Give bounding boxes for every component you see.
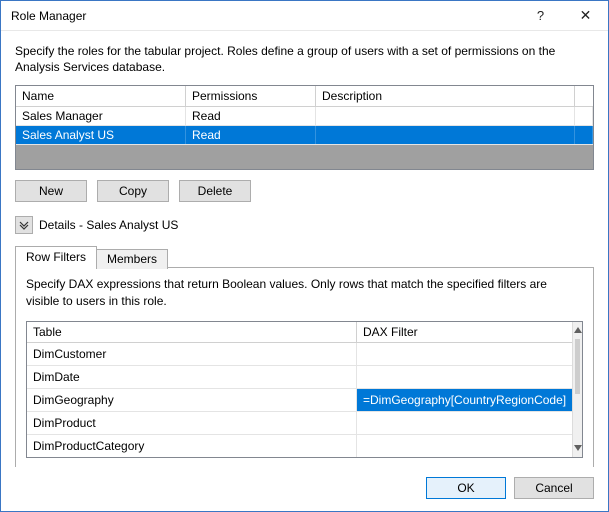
filters-header-row: Table DAX Filter bbox=[27, 322, 572, 343]
delete-button[interactable]: Delete bbox=[179, 180, 251, 202]
roles-header-row: Name Permissions Description bbox=[16, 86, 593, 107]
role-name-cell: Sales Analyst US bbox=[16, 126, 186, 144]
cancel-button[interactable]: Cancel bbox=[514, 477, 594, 499]
roles-header-permissions[interactable]: Permissions bbox=[186, 86, 316, 107]
dialog-description: Specify the roles for the tabular projec… bbox=[15, 43, 594, 75]
filter-table-cell: DimCustomer bbox=[27, 343, 357, 365]
tabs: Row Filters Members bbox=[15, 246, 594, 268]
details-label: Details - Sales Analyst US bbox=[39, 218, 178, 232]
scroll-thumb[interactable] bbox=[575, 339, 580, 395]
filter-table-cell: DimGeography bbox=[27, 389, 357, 411]
table-row[interactable]: DimCustomer bbox=[27, 343, 572, 366]
table-row[interactable]: DimProduct bbox=[27, 412, 572, 435]
filter-description: Specify DAX expressions that return Bool… bbox=[26, 276, 583, 308]
scroll-down-icon[interactable] bbox=[573, 440, 582, 457]
scroll-up-icon[interactable] bbox=[573, 322, 582, 339]
table-row[interactable]: DimGeography =DimGeography[CountryRegion… bbox=[27, 389, 572, 412]
roles-table: Name Permissions Description Sales Manag… bbox=[15, 85, 594, 170]
filters-header-dax[interactable]: DAX Filter bbox=[357, 322, 572, 343]
table-row[interactable]: Sales Manager Read bbox=[16, 107, 593, 126]
roles-header-end bbox=[575, 86, 593, 107]
role-button-row: New Copy Delete bbox=[15, 180, 594, 202]
filter-dax-cell[interactable] bbox=[357, 412, 572, 434]
filter-dax-cell[interactable]: =DimGeography[CountryRegionCode] = "US" bbox=[357, 389, 572, 411]
tab-members[interactable]: Members bbox=[96, 249, 168, 269]
collapse-icon[interactable] bbox=[15, 216, 33, 234]
tab-row-filters[interactable]: Row Filters bbox=[15, 246, 97, 268]
filter-table-cell: DimProduct bbox=[27, 412, 357, 434]
roles-body: Sales Manager Read Sales Analyst US Read bbox=[16, 107, 593, 169]
close-button[interactable]: ✕ bbox=[563, 1, 608, 31]
details-toggle-row: Details - Sales Analyst US bbox=[15, 216, 594, 234]
table-row[interactable]: Sales Analyst US Read bbox=[16, 126, 593, 145]
role-manager-dialog: Role Manager ? ✕ Specify the roles for t… bbox=[0, 0, 609, 512]
table-row[interactable]: DimDate bbox=[27, 366, 572, 389]
ok-button[interactable]: OK bbox=[426, 477, 506, 499]
role-description-cell bbox=[316, 107, 575, 125]
filters-header-table[interactable]: Table bbox=[27, 322, 357, 343]
filters-table: Table DAX Filter DimCustomer DimDate Dim… bbox=[26, 321, 583, 458]
help-button[interactable]: ? bbox=[518, 1, 563, 31]
dialog-footer: OK Cancel bbox=[1, 467, 608, 511]
tabpanel-row-filters: Specify DAX expressions that return Bool… bbox=[15, 267, 594, 467]
window-title: Role Manager bbox=[11, 9, 518, 23]
table-row[interactable]: DimProductCategory bbox=[27, 435, 572, 457]
filter-table-cell: DimDate bbox=[27, 366, 357, 388]
dialog-content: Specify the roles for the tabular projec… bbox=[1, 31, 608, 467]
new-button[interactable]: New bbox=[15, 180, 87, 202]
scroll-track[interactable] bbox=[573, 339, 582, 440]
roles-header-name[interactable]: Name bbox=[16, 86, 186, 107]
role-description-cell bbox=[316, 126, 575, 144]
filter-dax-cell[interactable] bbox=[357, 366, 572, 388]
role-permissions-cell: Read bbox=[186, 107, 316, 125]
role-permissions-cell: Read bbox=[186, 126, 316, 144]
role-name-cell: Sales Manager bbox=[16, 107, 186, 125]
filter-dax-cell[interactable] bbox=[357, 435, 572, 457]
copy-button[interactable]: Copy bbox=[97, 180, 169, 202]
titlebar: Role Manager ? ✕ bbox=[1, 1, 608, 31]
filters-scrollbar[interactable] bbox=[572, 322, 582, 457]
filter-table-cell: DimProductCategory bbox=[27, 435, 357, 457]
filter-dax-cell[interactable] bbox=[357, 343, 572, 365]
roles-header-description[interactable]: Description bbox=[316, 86, 575, 107]
